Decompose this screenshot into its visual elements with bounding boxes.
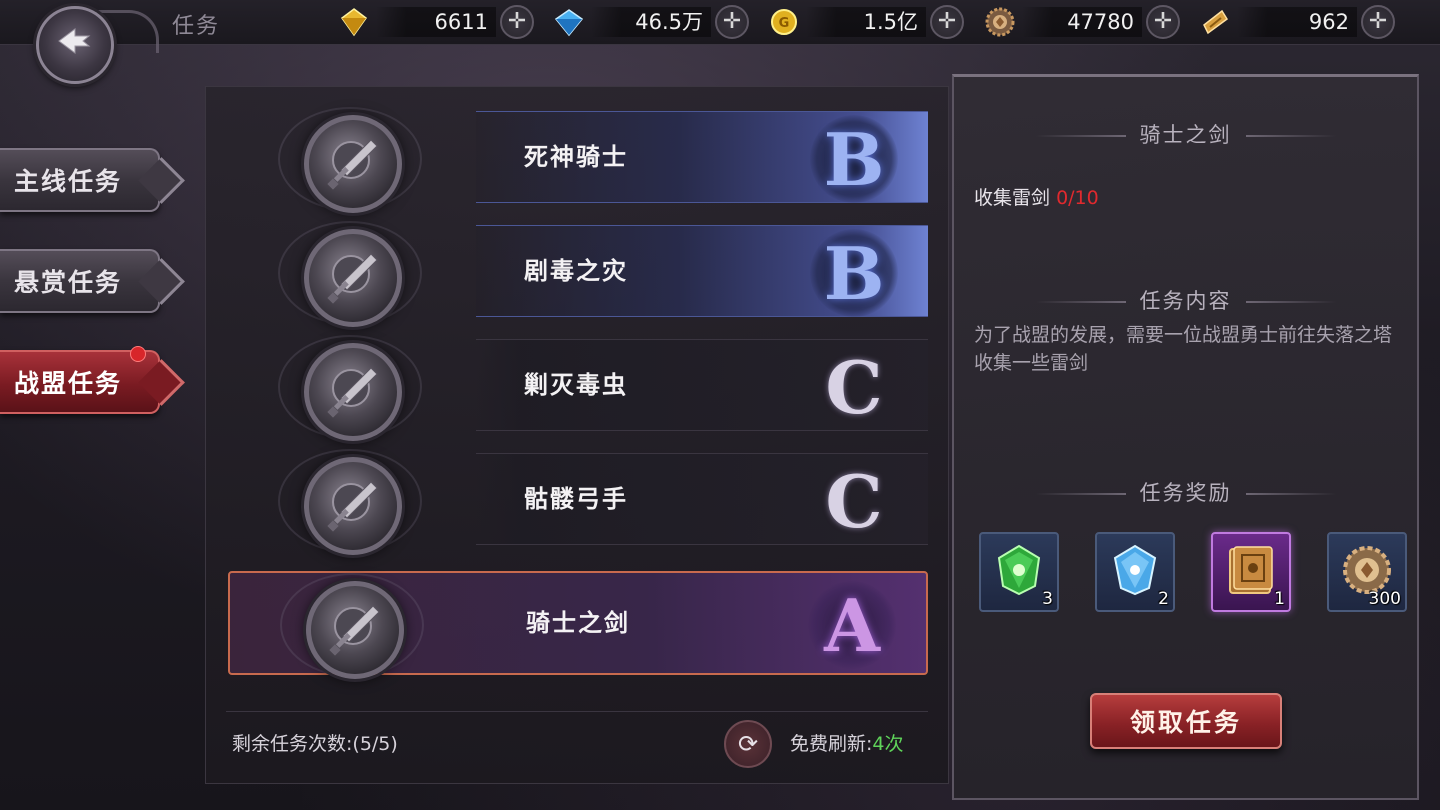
back-arrow-icon bbox=[55, 25, 95, 66]
skill-book-icon bbox=[1222, 541, 1280, 603]
content-section-title: 任务内容 bbox=[1139, 289, 1232, 313]
quest-name: 剿灭毒虫 bbox=[524, 370, 628, 399]
reward-section-header: 任务奖励 bbox=[954, 477, 1417, 507]
honor-amount: 47780 bbox=[1022, 7, 1142, 37]
reward-quantity: 300 bbox=[1368, 589, 1401, 609]
ornament-right bbox=[1245, 493, 1336, 495]
quest-grade-badge: C bbox=[825, 458, 883, 544]
quest-row[interactable]: 剿灭毒虫 C bbox=[228, 335, 928, 441]
back-button[interactable] bbox=[36, 6, 114, 84]
notification-dot bbox=[130, 346, 146, 362]
tab-bounty-quest[interactable]: 悬赏任务 bbox=[0, 249, 160, 313]
reward-item[interactable]: 3 bbox=[979, 532, 1059, 612]
gold-coin-amount: 1.5亿 bbox=[806, 7, 926, 37]
add-gold-coin-button[interactable]: ✛ bbox=[930, 5, 964, 39]
sword-medal-icon bbox=[304, 457, 402, 555]
content-section-header: 任务内容 bbox=[954, 285, 1417, 315]
sword-medal-icon bbox=[304, 229, 402, 327]
quest-name: 骷髅弓手 bbox=[524, 484, 628, 513]
tab-alliance-quest[interactable]: 战盟任务 bbox=[0, 346, 160, 414]
quest-grade-badge: B bbox=[810, 115, 898, 203]
quest-title: 骑士之剑 bbox=[1139, 123, 1232, 147]
voucher-amount: 962 bbox=[1237, 7, 1357, 37]
refresh-button[interactable]: ⟳ bbox=[724, 720, 772, 768]
blue-crystal-icon bbox=[1107, 542, 1163, 602]
green-gem-icon bbox=[991, 542, 1047, 602]
quest-grade-badge: A bbox=[808, 581, 896, 669]
add-gold-diamond-button[interactable]: ✛ bbox=[500, 5, 534, 39]
gold-diamond-amount: 6611 bbox=[376, 7, 496, 37]
ornament-left bbox=[1035, 493, 1126, 495]
svg-text:G: G bbox=[779, 16, 790, 31]
tab-bounty-quest-label: 悬赏任务 bbox=[14, 268, 123, 297]
sword-medal-icon bbox=[304, 115, 402, 213]
tab-alliance-quest-label: 战盟任务 bbox=[14, 369, 123, 398]
reward-item[interactable]: 300 bbox=[1327, 532, 1407, 612]
objective-label: 收集雷剑 bbox=[974, 187, 1051, 209]
accept-quest-button[interactable]: 领取任务 bbox=[1090, 693, 1282, 749]
currency-honor: 47780 ✛ bbox=[984, 4, 1180, 40]
honor-medal-icon bbox=[984, 6, 1016, 38]
voucher-icon bbox=[1199, 6, 1231, 38]
objective-progress: 0/10 bbox=[1056, 187, 1099, 209]
quest-list-panel: 死神骑士 B 剧毒之灾 B 剿灭毒虫 C 骷髅弓手 C 骑士之剑 A 剩余任务次… bbox=[205, 86, 949, 784]
free-refresh-info: 免费刷新:4次 bbox=[790, 729, 904, 756]
quest-row[interactable]: 骷髅弓手 C bbox=[228, 449, 928, 555]
refresh-icon: ⟳ bbox=[737, 730, 759, 758]
quest-grade-badge: C bbox=[825, 344, 883, 430]
quest-row[interactable]: 剧毒之灾 B bbox=[228, 221, 928, 327]
quest-row[interactable]: 死神骑士 B bbox=[228, 107, 928, 213]
quest-name: 死神骑士 bbox=[524, 142, 628, 171]
blue-diamond-amount: 46.5万 bbox=[591, 7, 711, 37]
quest-description: 为了战盟的发展，需要一位战盟勇士前往失落之塔收集一些雷剑 bbox=[974, 324, 1393, 374]
currency-blue-diamond: 46.5万 ✛ bbox=[553, 4, 749, 40]
quest-objective: 收集雷剑 0/10 bbox=[974, 183, 1099, 210]
quest-name: 骑士之剑 bbox=[526, 608, 630, 637]
quest-name: 剧毒之灾 bbox=[524, 256, 628, 285]
gold-coin-icon: G bbox=[768, 6, 800, 38]
ornament-right bbox=[1245, 301, 1336, 303]
sword-medal-icon bbox=[304, 343, 402, 441]
currency-gold-coin: G 1.5亿 ✛ bbox=[768, 4, 964, 40]
page-title: 任务 bbox=[172, 14, 221, 39]
top-bar: 任务 6611 ✛ 46.5万 ✛ G 1.5亿 ✛ 47780 ✛ 962 ✛ bbox=[0, 0, 1440, 45]
reward-quantity: 3 bbox=[1042, 589, 1053, 609]
free-refresh-count: 4次 bbox=[872, 733, 904, 755]
ornament-right bbox=[1245, 135, 1336, 137]
blue-diamond-icon bbox=[553, 6, 585, 38]
reward-quantity: 1 bbox=[1274, 589, 1285, 609]
reward-item[interactable]: 2 bbox=[1095, 532, 1175, 612]
ornament-left bbox=[1035, 135, 1126, 137]
tab-main-quest[interactable]: 主线任务 bbox=[0, 148, 160, 212]
reward-item[interactable]: 1 bbox=[1211, 532, 1291, 612]
add-blue-diamond-button[interactable]: ✛ bbox=[715, 5, 749, 39]
reward-quantity: 2 bbox=[1158, 589, 1169, 609]
sword-medal-icon bbox=[306, 581, 404, 679]
remaining-quest-count: 剩余任务次数:(5/5) bbox=[232, 733, 398, 755]
free-refresh-label: 免费刷新: bbox=[790, 733, 873, 755]
reward-section-title: 任务奖励 bbox=[1139, 481, 1232, 505]
gold-diamond-icon bbox=[338, 6, 370, 38]
footer-divider bbox=[226, 711, 928, 712]
quest-title-header: 骑士之剑 bbox=[954, 119, 1417, 149]
add-honor-button[interactable]: ✛ bbox=[1146, 5, 1180, 39]
currency-gold-diamond: 6611 ✛ bbox=[338, 4, 534, 40]
tab-main-quest-label: 主线任务 bbox=[14, 167, 123, 196]
quest-row-selected[interactable]: 骑士之剑 A bbox=[228, 571, 928, 679]
add-voucher-button[interactable]: ✛ bbox=[1361, 5, 1395, 39]
currency-voucher: 962 ✛ bbox=[1199, 4, 1395, 40]
ornament-left bbox=[1035, 301, 1126, 303]
quest-detail-panel: 骑士之剑 收集雷剑 0/10 任务内容 为了战盟的发展，需要一位战盟勇士前往失落… bbox=[952, 74, 1419, 800]
quest-grade-badge: B bbox=[810, 229, 898, 317]
